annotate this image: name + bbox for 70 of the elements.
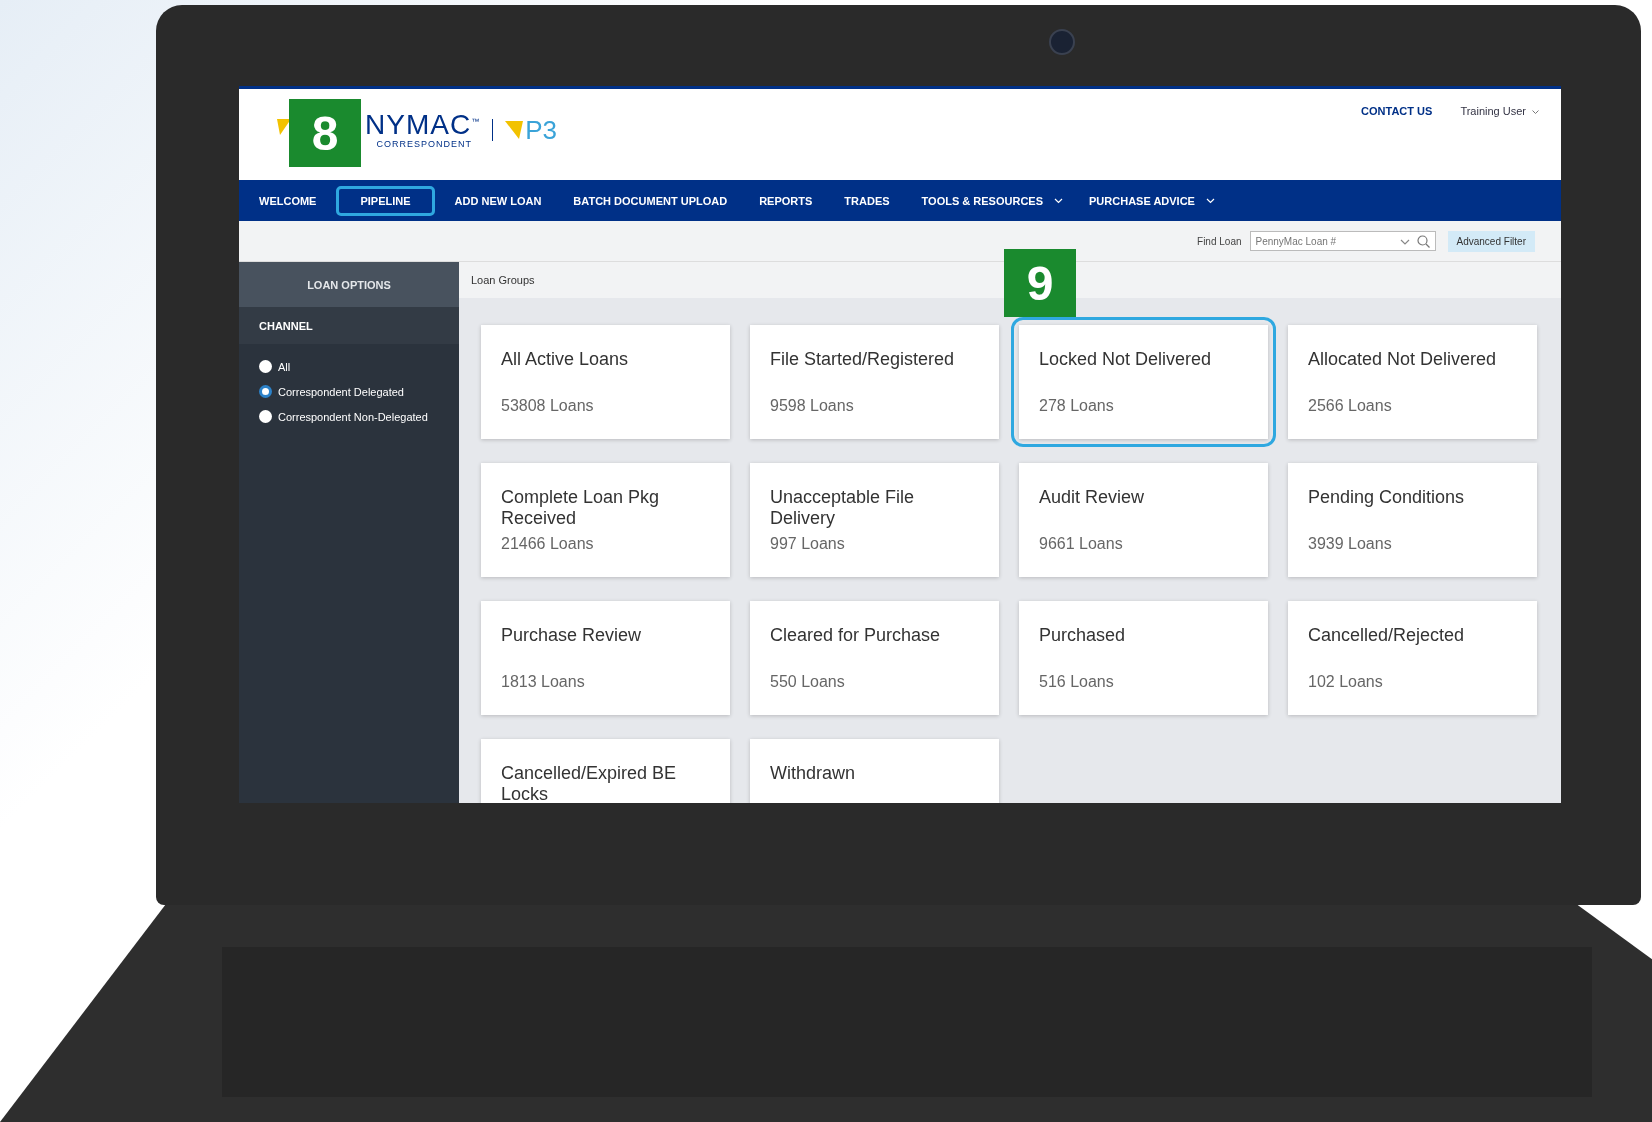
loan-group-card[interactable]: Audit Review 9661 Loans xyxy=(1019,463,1268,577)
loan-group-card[interactable]: Withdrawn xyxy=(750,739,999,803)
radio-label: Correspondent Non-Delegated xyxy=(278,410,428,423)
loan-group-card[interactable]: Cancelled/Rejected 102 Loans xyxy=(1288,601,1537,715)
camera-icon xyxy=(1049,29,1075,55)
card-title: Allocated Not Delivered xyxy=(1308,349,1498,370)
card-title: Complete Loan Pkg Received xyxy=(501,487,661,529)
loan-group-card[interactable]: Purchased 516 Loans xyxy=(1019,601,1268,715)
radio-button[interactable] xyxy=(259,410,272,423)
logo-subtitle: CORRESPONDENT xyxy=(376,139,473,149)
radio-button[interactable] xyxy=(259,360,272,373)
card-title: Cancelled/Rejected xyxy=(1308,625,1466,646)
loan-group-card[interactable]: Cleared for Purchase 550 Loans xyxy=(750,601,999,715)
card-title: File Started/Registered xyxy=(770,349,956,370)
advanced-filter-button[interactable]: Advanced Filter xyxy=(1447,230,1535,252)
nav-item[interactable]: REPORTS xyxy=(753,185,819,216)
nav-item[interactable]: ADD NEW LOAN xyxy=(448,185,548,216)
loan-group-card[interactable]: Cancelled/Expired BE Locks xyxy=(481,739,730,803)
loan-count: 21466 Loans xyxy=(501,535,595,553)
loan-group-card[interactable]: Pending Conditions 3939 Loans xyxy=(1288,463,1537,577)
loan-count: 3939 Loans xyxy=(1308,535,1393,553)
search-icon[interactable] xyxy=(1416,235,1430,248)
nav-item[interactable]: PURCHASE ADVICE xyxy=(1083,185,1201,216)
user-menu[interactable]: Training User xyxy=(1460,105,1526,180)
loan-group-card[interactable]: Unacceptable File Delivery 997 Loans xyxy=(750,463,999,577)
find-loan-field[interactable]: PennyMac Loan # xyxy=(1249,231,1436,251)
nav-item[interactable]: TOOLS & RESOURCES xyxy=(915,185,1049,216)
loan-group-card[interactable]: All Active Loans 53808 Loans xyxy=(481,325,730,439)
product-mark-icon xyxy=(505,121,524,139)
product-name: P3 xyxy=(525,114,557,146)
loan-count: 2566 Loans xyxy=(1308,397,1393,415)
loan-count: 997 Loans xyxy=(770,535,846,553)
card-title: Unacceptable File Delivery xyxy=(770,487,916,529)
card-title: Cancelled/Expired BE Locks xyxy=(501,763,678,803)
loan-group-card[interactable]: Allocated Not Delivered 2566 Loans xyxy=(1288,325,1537,439)
find-loan-label: Find Loan xyxy=(1197,235,1242,247)
loan-count: 550 Loans xyxy=(770,673,846,691)
radio-label: All xyxy=(278,360,291,373)
nav-item[interactable]: BATCH DOCUMENT UPLOAD xyxy=(567,185,734,216)
callout-badge: 9 xyxy=(1004,249,1076,317)
logo-mark-icon xyxy=(277,119,291,135)
loan-count: 53808 Loans xyxy=(501,397,595,415)
card-title: Locked Not Delivered xyxy=(1039,349,1213,370)
loan-group-card[interactable]: Locked Not Delivered 278 Loans xyxy=(1019,325,1268,439)
radio-label: Correspondent Delegated xyxy=(278,385,404,398)
loan-count: 9598 Loans xyxy=(770,397,855,415)
contact-link[interactable]: CONTACT US xyxy=(1361,105,1433,180)
card-title: Purchase Review xyxy=(501,625,643,646)
section-heading: CHANNEL xyxy=(239,307,459,344)
card-title: All Active Loans xyxy=(501,349,630,370)
card-title: Cleared for Purchase xyxy=(770,625,942,646)
card-title: Pending Conditions xyxy=(1308,487,1466,508)
nav-item[interactable]: WELCOME xyxy=(253,185,323,216)
radio-button[interactable] xyxy=(259,385,272,398)
card-title: Audit Review xyxy=(1039,487,1146,508)
loan-group-card[interactable]: File Started/Registered 9598 Loans xyxy=(750,325,999,439)
loan-count: 1813 Loans xyxy=(501,673,586,691)
sidebar-title: LOAN OPTIONS xyxy=(239,262,459,307)
logo-text: NYMAC$^{™}$ xyxy=(365,111,481,139)
card-title: Purchased xyxy=(1039,625,1127,646)
loan-group-card[interactable]: Purchase Review 1813 Loans xyxy=(481,601,730,715)
loan-count: 102 Loans xyxy=(1308,673,1384,691)
loan-count: 278 Loans xyxy=(1039,397,1115,415)
card-title: Withdrawn xyxy=(770,763,857,784)
loan-count: 9661 Loans xyxy=(1039,535,1124,553)
loan-count: 516 Loans xyxy=(1039,673,1115,691)
nav-item[interactable]: PIPELINE xyxy=(342,185,429,216)
nav-item[interactable]: TRADES xyxy=(838,185,896,216)
loan-group-card[interactable]: Complete Loan Pkg Received 21466 Loans xyxy=(481,463,730,577)
callout-badge: 8 xyxy=(289,99,361,167)
